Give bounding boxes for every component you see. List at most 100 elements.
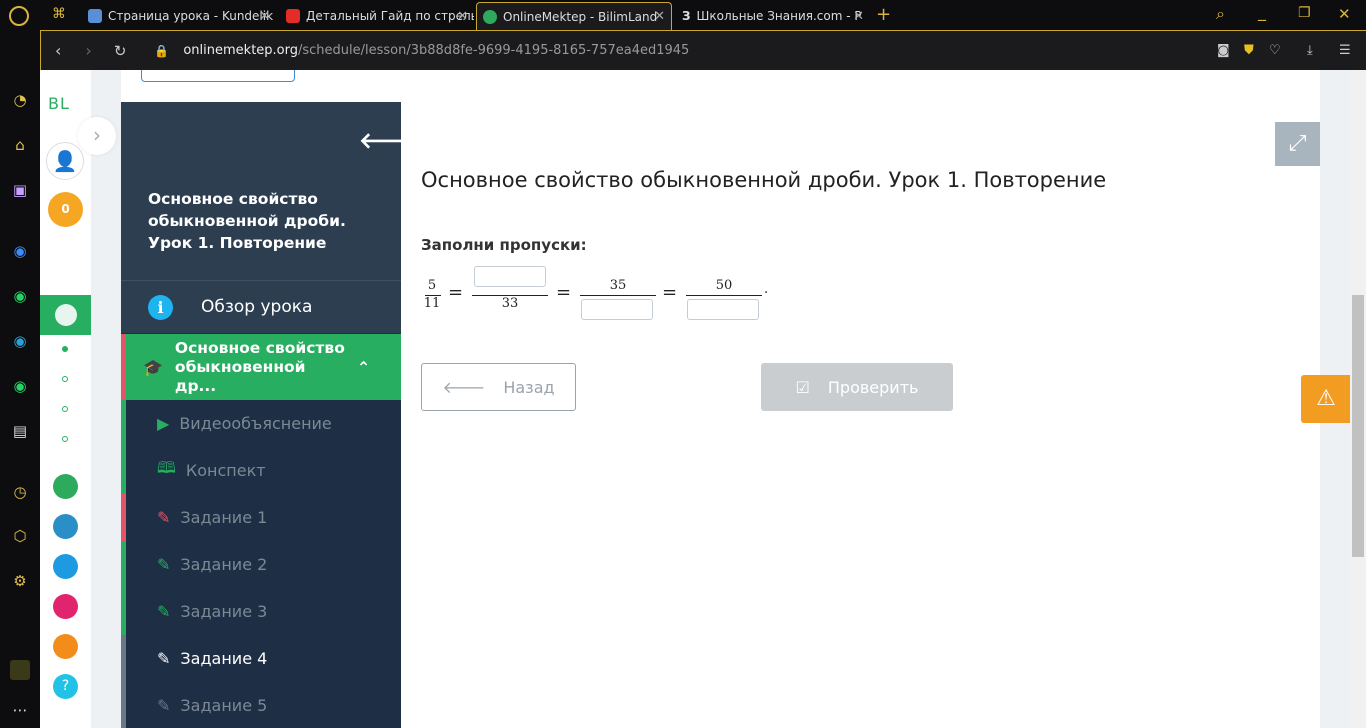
overview-label: Обзор урока	[201, 297, 313, 317]
denominator-input-1[interactable]	[581, 299, 653, 320]
scrollbar-thumb[interactable]	[1352, 295, 1364, 557]
item-label: Конспект	[185, 461, 266, 480]
denominator-input-2[interactable]	[687, 299, 759, 320]
item-label: Задание 2	[180, 555, 268, 574]
panel-item-task-4[interactable]: ✎ Задание 4	[121, 635, 401, 682]
section-header[interactable]: 🎓 Основное свойство обыкновенной др... ⌃	[121, 334, 401, 400]
vpn-shield-icon[interactable]: ⛊	[1244, 43, 1254, 58]
search-icon[interactable]: ⌕	[1216, 4, 1225, 24]
whatsapp-icon[interactable]: ◉	[10, 376, 30, 396]
gamepad-icon[interactable]: ⌘	[52, 6, 66, 22]
nav-dot[interactable]	[62, 346, 68, 352]
item-label: Задание 4	[180, 649, 268, 668]
numerator-input-1[interactable]	[474, 266, 546, 287]
workspaces-icon[interactable]: ⌂	[10, 135, 30, 155]
edit-icon: ✎	[157, 555, 171, 574]
settings-gear-icon[interactable]: ⚙	[10, 571, 30, 591]
panel-item-task-3[interactable]: ✎ Задание 3	[121, 588, 401, 635]
nav-dot[interactable]	[62, 436, 68, 442]
snapshot-icon[interactable]: ◙	[1217, 43, 1230, 58]
collapse-panel-arrow-icon[interactable]: 🡐	[359, 128, 418, 154]
nav-dot[interactable]	[62, 376, 68, 382]
tab-znania[interactable]: З Школьные Знания.com - Р ✕	[676, 2, 870, 30]
extensions-icon[interactable]: ⬡	[10, 526, 30, 546]
page: BL 👤 0 ? › Основное свойство обыкновенно…	[40, 70, 1366, 728]
section-title: Основное свойство обыкновенной др...	[174, 338, 345, 395]
panel-item-video[interactable]: ▶ Видеообъяснение	[121, 400, 401, 447]
panel-item-task-1[interactable]: ✎ Задание 1	[121, 494, 401, 541]
tab-favicon	[88, 9, 102, 23]
close-window-button[interactable]: ✕	[1338, 5, 1351, 23]
bilimland-app-icon[interactable]	[53, 474, 78, 499]
tab-youtube[interactable]: Детальный Гайд по стрельбе ✕	[280, 2, 474, 30]
restore-button[interactable]: ❐	[1298, 5, 1311, 21]
youtube-icon	[286, 9, 300, 23]
messenger-icon[interactable]: ◉	[10, 241, 30, 261]
bilimland-icon	[483, 9, 497, 24]
forward-button[interactable]: ›	[85, 41, 91, 60]
tab-kundelik[interactable]: Страница урока - Kundelik ✕	[82, 2, 276, 30]
heart-icon[interactable]: ♡	[1269, 43, 1281, 58]
panel-item-task-5[interactable]: ✎ Задание 5	[121, 682, 401, 728]
edit-icon: ✎	[157, 649, 171, 668]
bilimbook-app-icon[interactable]	[53, 514, 78, 539]
twitch-icon[interactable]: ▣	[10, 180, 30, 200]
item-label: Задание 1	[180, 508, 268, 527]
lesson-title: Основное свойство обыкновенной дроби. Ур…	[421, 168, 1107, 192]
equals-sign: =	[556, 282, 572, 303]
close-tab-icon[interactable]: ✕	[853, 9, 864, 24]
fraction-numerator: 35	[609, 278, 627, 293]
avatar[interactable]: 👤	[46, 142, 84, 180]
extension-icon[interactable]	[10, 660, 30, 680]
discord-icon[interactable]: ▤	[10, 421, 30, 441]
url-field[interactable]: onlinemektep.org/schedule/lesson/3b88d8f…	[183, 43, 689, 58]
help-icon[interactable]: ?	[53, 674, 78, 699]
download-icon[interactable]: ⤓	[1307, 43, 1313, 58]
history-icon[interactable]: ◷	[10, 482, 30, 502]
tab-title: Школьные Знания.com - Р	[696, 9, 862, 23]
lesson-overview-item[interactable]: i Обзор урока	[121, 280, 401, 333]
more-icon[interactable]: ⋯	[10, 700, 30, 720]
telegram-icon[interactable]: ◉	[10, 331, 30, 351]
speed-dial-icon[interactable]: ◔	[10, 90, 30, 110]
scrollbar[interactable]	[1350, 70, 1366, 728]
expand-rail-button[interactable]: ›	[78, 117, 116, 155]
panel-item-task-2[interactable]: ✎ Задание 2	[121, 541, 401, 588]
test-app-icon[interactable]	[53, 554, 78, 579]
back-button[interactable]: 🡐 Назад	[421, 363, 576, 411]
imektep-app-icon[interactable]	[53, 634, 78, 659]
report-warning-button[interactable]: ⚠	[1301, 375, 1351, 423]
fraction-denominator: 33	[501, 296, 519, 311]
top-button[interactable]	[141, 70, 295, 82]
opera-logo-icon[interactable]	[9, 6, 29, 26]
book-icon: 🕮	[157, 458, 176, 477]
easy-setup-icon[interactable]: ☰	[1339, 43, 1351, 58]
close-tab-icon[interactable]: ✕	[457, 9, 468, 24]
chevron-up-icon[interactable]: ⌃	[357, 358, 370, 377]
minimize-button[interactable]: _	[1258, 2, 1266, 21]
equals-sign: =	[448, 282, 464, 303]
bl-logo[interactable]: BL	[48, 94, 70, 113]
onlinemektep-app-button[interactable]	[40, 295, 91, 335]
url-domain: onlinemektep.org	[183, 43, 298, 58]
close-tab-icon[interactable]: ✕	[654, 9, 665, 24]
item-label: Видеообъяснение	[179, 414, 332, 433]
nav-dot[interactable]	[62, 406, 68, 412]
check-label: Проверить	[827, 377, 919, 397]
new-tab-button[interactable]: +	[876, 4, 891, 25]
fullscreen-button[interactable]: ⤢	[1275, 122, 1320, 166]
panel-item-notes[interactable]: 🕮 Конспект	[121, 447, 401, 494]
tab-onlinemektep[interactable]: OnlineMektep - BilimLand ✕	[476, 2, 672, 30]
tab-bar: ⌘ Страница урока - Kundelik ✕ Детальный Г…	[0, 0, 1366, 30]
check-button[interactable]: ☑ Проверить	[761, 363, 953, 411]
fraction-denominator: 11	[423, 296, 441, 311]
reload-button[interactable]: ↻	[114, 42, 127, 60]
twig-app-icon[interactable]	[53, 594, 78, 619]
whatsapp-icon[interactable]: ◉	[10, 286, 30, 306]
address-bar: ‹ › ↻ 🔒 onlinemektep.org/schedule/lesson…	[40, 30, 1366, 70]
close-tab-icon[interactable]: ✕	[259, 9, 270, 24]
coins-badge: 0	[48, 192, 83, 227]
back-button[interactable]: ‹	[55, 41, 61, 60]
arrow-left-icon: 🡐	[442, 378, 486, 397]
edit-icon: ✎	[157, 508, 171, 527]
